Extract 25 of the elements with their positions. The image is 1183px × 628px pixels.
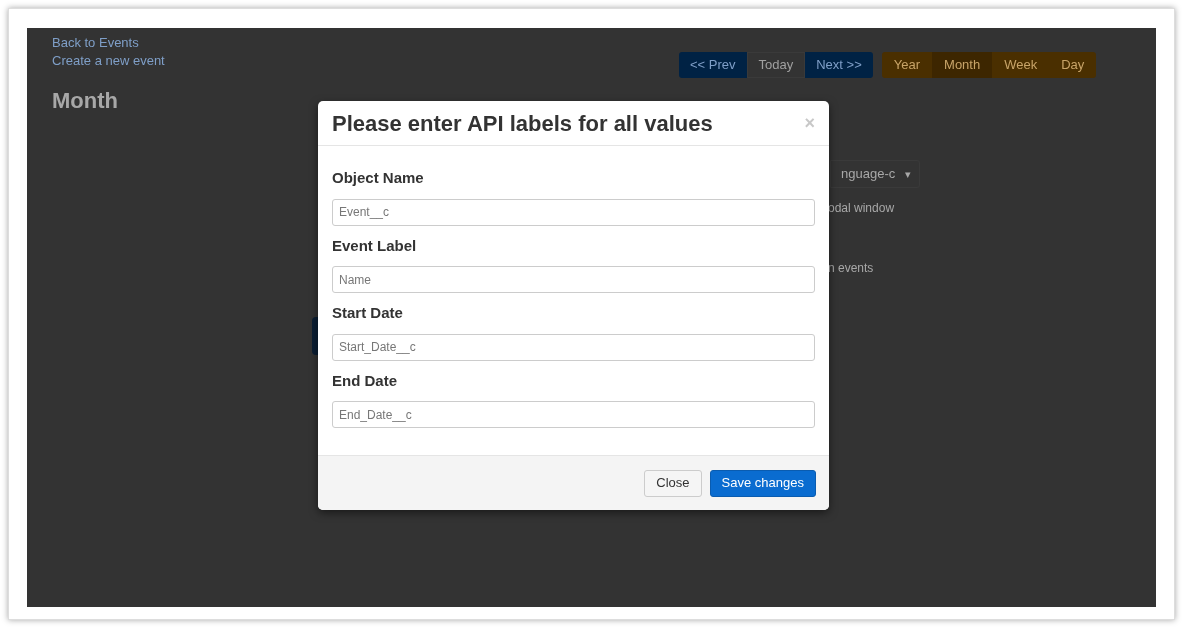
caret-icon: ▾ — [905, 165, 912, 183]
input-field[interactable]: Name — [332, 266, 815, 293]
modal-title: Please enter API labels for all values — [332, 109, 713, 138]
field-label: Start Date — [332, 303, 404, 323]
select-value[interactable]: nguage-c — [841, 164, 896, 184]
view-tab[interactable]: Week — [992, 52, 1050, 78]
nav-button[interactable]: << Prev — [679, 52, 747, 78]
link[interactable]: Create a new event — [52, 52, 165, 70]
view-tab[interactable]: Year — [881, 52, 933, 78]
field-label: Event Label — [332, 235, 418, 256]
dialog-button[interactable]: Close — [644, 469, 702, 497]
page-heading: Month — [52, 87, 118, 115]
view-tab[interactable]: Month — [932, 52, 993, 78]
field-label: End Date — [332, 370, 398, 391]
input-field[interactable]: End_Date__c — [332, 401, 815, 428]
input-field[interactable]: Start_Date__c — [332, 333, 815, 361]
view-tab[interactable]: Day — [1049, 52, 1097, 78]
input-field[interactable]: Event__c — [332, 198, 815, 226]
label-text: odal window — [828, 200, 895, 217]
nav-button[interactable]: Next >> — [805, 52, 873, 78]
nav-button[interactable]: Today — [746, 52, 806, 78]
field-label: Object Name — [332, 168, 425, 188]
dialog-button[interactable]: Save changes — [709, 469, 816, 497]
label-text: n events — [828, 260, 874, 277]
link[interactable]: Back to Events — [52, 34, 139, 52]
